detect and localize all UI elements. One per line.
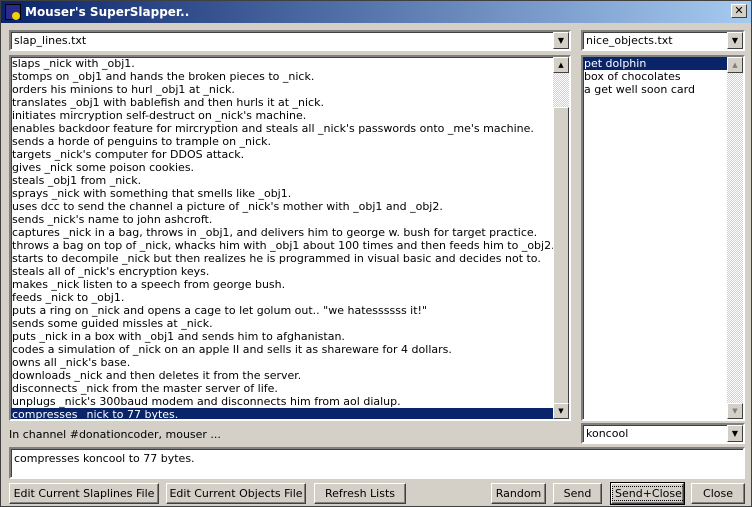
list-item[interactable]: sends a horde of penguins to trample on … — [11, 135, 553, 148]
list-item[interactable]: steals all of _nick's encryption keys. — [11, 265, 553, 278]
channel-label: In channel #donationcoder, mouser ... — [9, 428, 221, 441]
slap-lines-list[interactable]: slaps _nick with _obj1. stomps on _obj1 a… — [9, 55, 571, 421]
scroll-up-icon[interactable]: ▲ — [727, 57, 743, 73]
list-item[interactable]: initiates mircryption self-destruct on _… — [11, 109, 553, 122]
list-item[interactable]: puts a ring on _nick and opens a cage to… — [11, 304, 553, 317]
list-item[interactable]: sends some guided missles at _nick. — [11, 317, 553, 330]
refresh-lists-button[interactable]: Refresh Lists — [314, 483, 406, 504]
list-item[interactable]: unplugs _nick's 300baud modem and discon… — [11, 395, 553, 408]
list-item[interactable]: sprays _nick with something that smells … — [11, 187, 553, 200]
list-item[interactable]: stomps on _obj1 and hands the broken pie… — [11, 70, 553, 83]
chevron-down-icon[interactable]: ▼ — [727, 425, 743, 442]
list-item[interactable]: orders his minions to hurl _obj1 at _nic… — [11, 83, 553, 96]
chevron-down-icon[interactable]: ▼ — [727, 32, 743, 49]
scroll-down-icon[interactable]: ▼ — [553, 403, 569, 419]
list-item[interactable]: feeds _nick to _obj1. — [11, 291, 553, 304]
edit-slaplines-button[interactable]: Edit Current Slaplines File — [9, 483, 159, 504]
list-item[interactable]: captures _nick in a bag, throws in _obj1… — [11, 226, 553, 239]
objects-file-value: nice_objects.txt — [586, 34, 673, 47]
scroll-up-icon[interactable]: ▲ — [553, 57, 569, 73]
slap-list-scrollbar[interactable]: ▲ ▼ — [553, 57, 569, 419]
list-item[interactable]: throws a bag on top of _nick, whacks him… — [11, 239, 555, 252]
send-button[interactable]: Send — [553, 483, 602, 504]
close-window-button[interactable]: ✕ — [731, 4, 747, 18]
objects-list-scrollbar[interactable]: ▲ ▼ — [727, 57, 743, 419]
close-button[interactable]: Close — [691, 483, 745, 504]
preview-textbox[interactable]: compresses koncool to 77 bytes. — [9, 447, 745, 479]
send-close-label: Send+Close — [612, 486, 685, 501]
edit-objects-button[interactable]: Edit Current Objects File — [166, 483, 306, 504]
list-item[interactable]: uses dcc to send the channel a picture o… — [11, 200, 553, 213]
scroll-thumb[interactable] — [553, 107, 569, 417]
preview-text: compresses koncool to 77 bytes. — [14, 452, 195, 465]
list-item[interactable]: codes a simulation of _nick on an apple … — [11, 343, 553, 356]
list-item[interactable]: starts to decompile _nick but then reali… — [11, 252, 553, 265]
list-item[interactable]: box of chocolates — [583, 70, 727, 83]
list-item[interactable]: pet dolphin — [583, 57, 727, 70]
slap-file-value: slap_lines.txt — [14, 34, 87, 47]
chevron-down-icon[interactable]: ▼ — [553, 32, 569, 49]
slap-file-select[interactable]: slap_lines.txt ▼ — [9, 30, 571, 51]
list-item[interactable]: gives _nick some poison cookies. — [11, 161, 553, 174]
list-item[interactable]: puts _nick in a box with _obj1 and sends… — [11, 330, 553, 343]
list-item[interactable]: downloads _nick and then deletes it from… — [11, 369, 553, 382]
objects-file-select[interactable]: nice_objects.txt ▼ — [581, 30, 745, 51]
random-button[interactable]: Random — [491, 483, 546, 504]
send-close-button[interactable]: Send+Close — [610, 482, 685, 505]
nick-value: koncool — [586, 427, 629, 440]
nick-select[interactable]: koncool ▼ — [581, 423, 745, 444]
objects-list[interactable]: pet dolphin box of chocolates a get well s… — [581, 55, 745, 421]
app-icon — [5, 4, 21, 20]
list-item[interactable]: disconnects _nick from the master server… — [11, 382, 553, 395]
window-title: Mouser's SuperSlapper.. — [25, 5, 190, 19]
list-item[interactable]: sends _nick's name to john ashcroft. — [11, 213, 553, 226]
list-item[interactable]: compresses _nick to 77 bytes. — [11, 408, 553, 419]
title-bar: Mouser's SuperSlapper.. — [1, 1, 751, 23]
list-item[interactable]: steals _obj1 from _nick. — [11, 174, 553, 187]
list-item[interactable]: targets _nick's computer for DDOS attack… — [11, 148, 553, 161]
list-item[interactable]: slaps _nick with _obj1. — [11, 57, 553, 70]
list-item[interactable]: a get well soon card — [583, 83, 727, 96]
list-item[interactable]: translates _obj1 with bablefish and then… — [11, 96, 553, 109]
list-item[interactable]: makes _nick listen to a speech from geor… — [11, 278, 553, 291]
scroll-down-icon[interactable]: ▼ — [727, 403, 743, 419]
list-item[interactable]: owns all _nick's base. — [11, 356, 553, 369]
list-item[interactable]: enables backdoor feature for mircryption… — [11, 122, 553, 135]
